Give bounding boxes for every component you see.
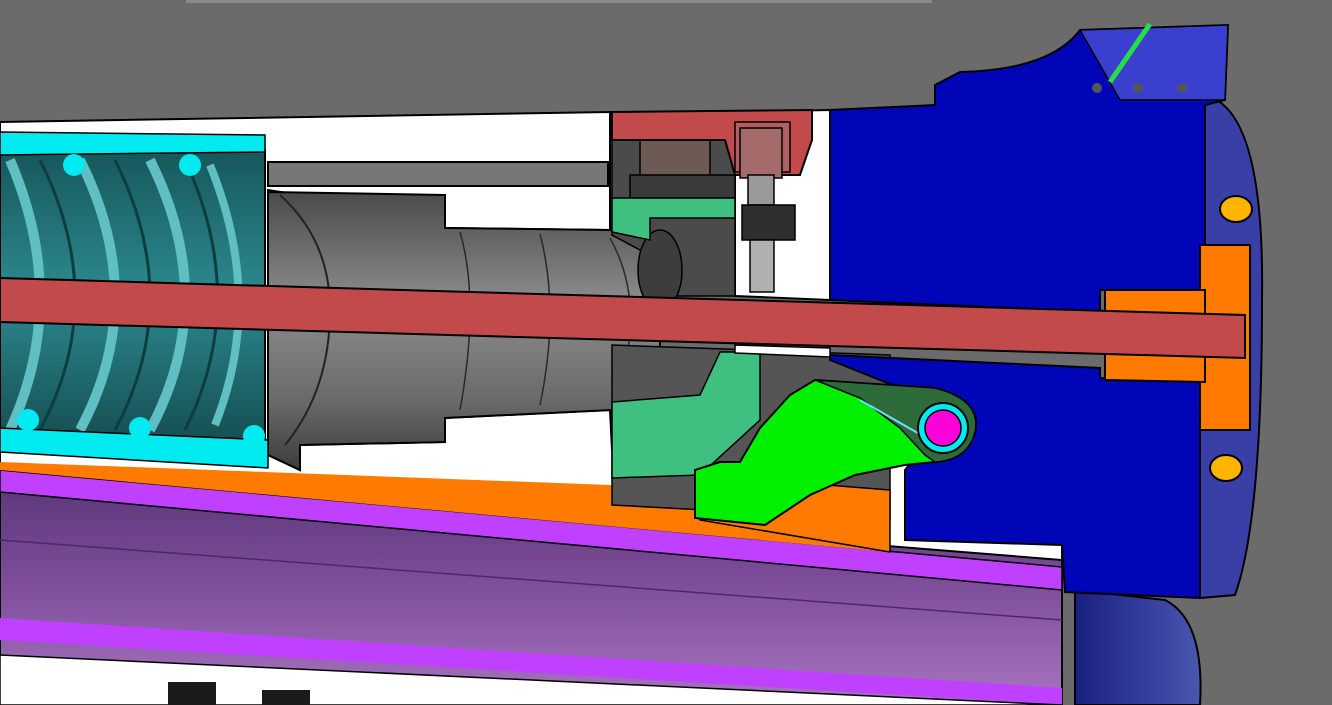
hole-icon xyxy=(1092,83,1102,93)
hole-icon xyxy=(1177,83,1187,93)
cad-viewport[interactable] xyxy=(0,0,1332,705)
tube-slot xyxy=(262,690,310,705)
rod-upper xyxy=(267,161,609,187)
section-view-drawing xyxy=(0,0,1264,705)
pivot-pin xyxy=(917,402,969,454)
top-edge-strip xyxy=(186,0,932,3)
hole-icon xyxy=(1133,83,1143,93)
tube-slot xyxy=(168,682,216,705)
